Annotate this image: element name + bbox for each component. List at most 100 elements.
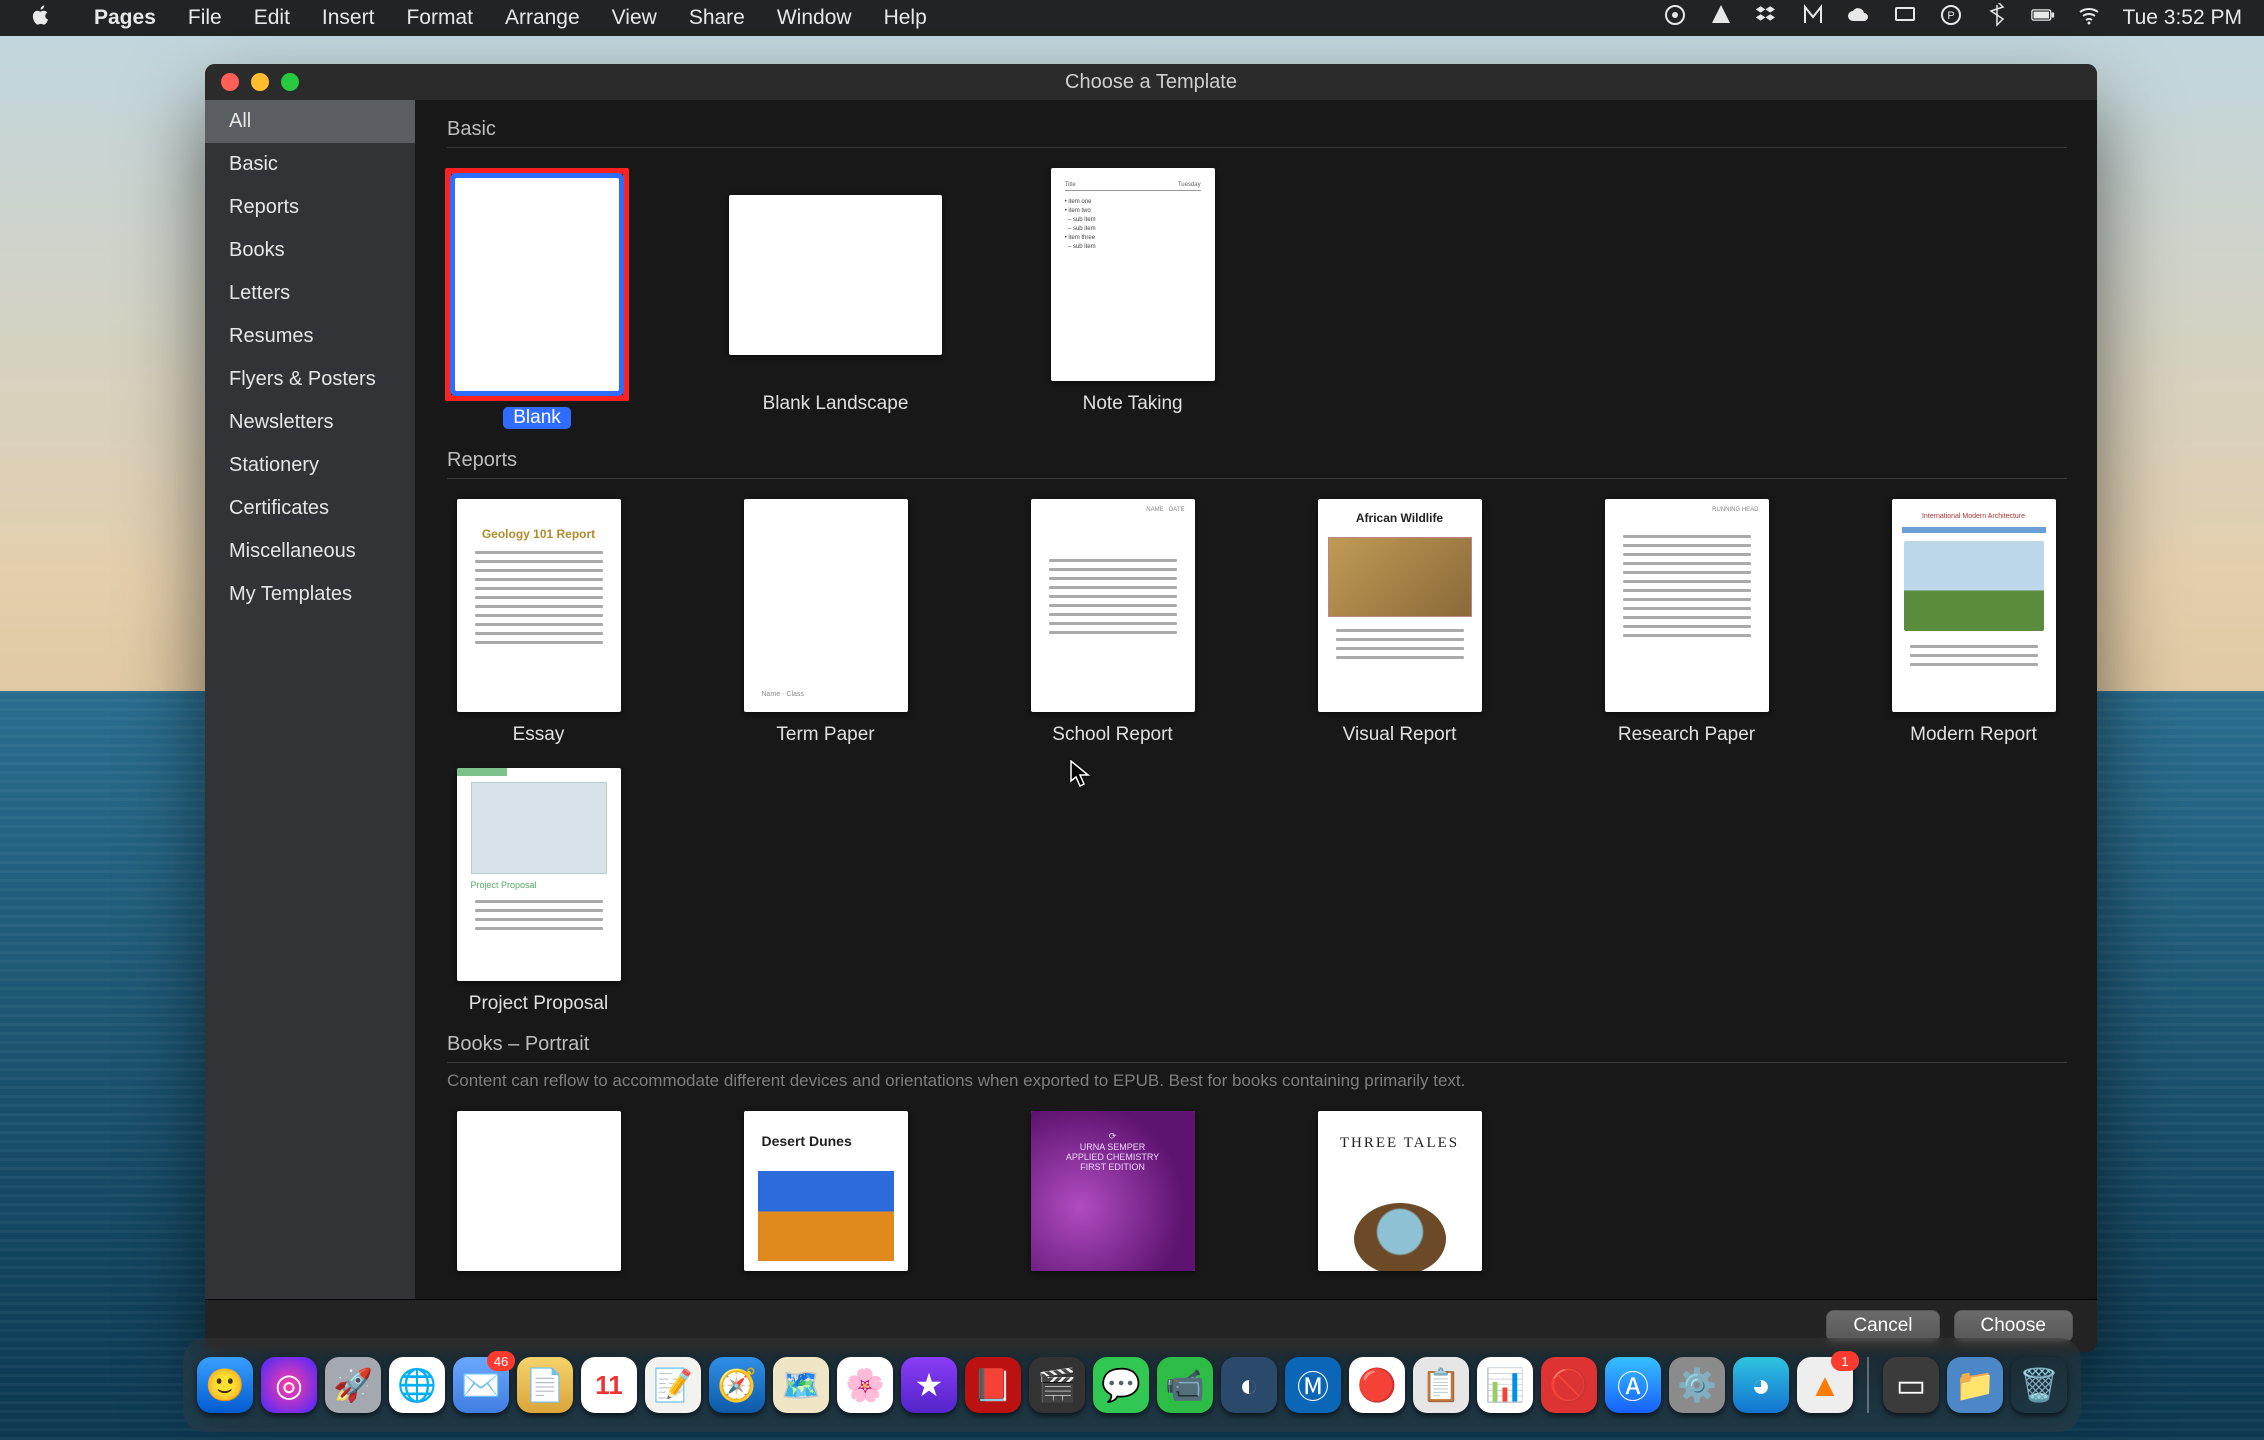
menu-arrange[interactable]: Arrange xyxy=(489,6,596,30)
menu-format[interactable]: Format xyxy=(390,6,489,30)
status-icon-2[interactable] xyxy=(1709,3,1733,33)
template-essay[interactable]: Geology 101 Report Essay xyxy=(457,499,621,746)
dock-launchpad[interactable]: 🚀 xyxy=(325,1357,381,1413)
dock-imovie[interactable]: 🎬 xyxy=(1029,1357,1085,1413)
sidebar-item-letters[interactable]: Letters xyxy=(205,272,415,315)
dock-acrobat[interactable]: 📕 xyxy=(965,1357,1021,1413)
template-blank[interactable]: Blank xyxy=(445,168,629,431)
dock-folder[interactable]: 📁 xyxy=(1947,1357,2003,1413)
sidebar-item-miscellaneous[interactable]: Miscellaneous xyxy=(205,530,415,573)
section-subtitle-books: Content can reflow to accommodate differ… xyxy=(447,1071,2067,1091)
sidebar-item-flyers-posters[interactable]: Flyers & Posters xyxy=(205,358,415,401)
window-zoom-button[interactable] xyxy=(281,73,299,91)
dock-messages[interactable]: 💬 xyxy=(1093,1357,1149,1413)
window-minimize-button[interactable] xyxy=(251,73,269,91)
template-term-paper[interactable]: Name · Class Term Paper xyxy=(744,499,908,746)
template-label: Essay xyxy=(513,724,565,746)
preview-text: International Modern Architecture xyxy=(1892,499,2056,520)
menu-help[interactable]: Help xyxy=(868,6,943,30)
sidebar-item-basic[interactable]: Basic xyxy=(205,143,415,186)
sidebar-item-all[interactable]: All xyxy=(205,100,415,143)
template-blank-landscape[interactable]: Blank Landscape xyxy=(729,168,942,431)
dock-trash[interactable]: 🗑️ xyxy=(2011,1357,2067,1413)
template-project-proposal[interactable]: Project Proposal Project Proposal xyxy=(457,768,621,1015)
template-modern-report[interactable]: International Modern Architecture Modern… xyxy=(1892,499,2056,746)
status-icon-p[interactable]: P xyxy=(1939,3,1963,33)
template-label: Blank Landscape xyxy=(763,393,909,415)
sidebar-item-certificates[interactable]: Certificates xyxy=(205,487,415,530)
dock-steam[interactable]: ◐ xyxy=(1221,1357,1277,1413)
section-title-reports: Reports xyxy=(447,449,2067,479)
titlebar: Choose a Template xyxy=(205,64,2097,100)
dock-record[interactable]: 🔴 xyxy=(1349,1357,1405,1413)
template-school-report[interactable]: NAME · DATE School Report xyxy=(1031,499,1195,746)
dock-notes[interactable]: 📄 xyxy=(517,1357,573,1413)
display-icon[interactable] xyxy=(1893,3,1917,33)
sidebar-item-books[interactable]: Books xyxy=(205,229,415,272)
sidebar-item-my-templates[interactable]: My Templates xyxy=(205,573,415,616)
app-name[interactable]: Pages xyxy=(78,6,172,30)
dock-textedit[interactable]: 📝 xyxy=(645,1357,701,1413)
dock-office[interactable]: 📋 xyxy=(1413,1357,1469,1413)
menu-share[interactable]: Share xyxy=(673,6,761,30)
template-content[interactable]: Basic Blank Blank Landscape TitleTuesday… xyxy=(415,100,2097,1299)
apple-menu[interactable] xyxy=(0,4,78,32)
menubar-clock[interactable]: Tue 3:52 PM xyxy=(2123,6,2242,30)
dock: 🙂◎🚀🌐✉️46📄11📝🧭🗺️🌸★📕🎬💬📹◐Ⓜ🔴📋📊🚫Ⓐ⚙️◕▲1 ▭📁🗑️ xyxy=(183,1338,2081,1432)
preview-text: Desert Dunes xyxy=(744,1111,908,1149)
sidebar-item-reports[interactable]: Reports xyxy=(205,186,415,229)
dock-settings[interactable]: ⚙️ xyxy=(1669,1357,1725,1413)
sidebar-item-newsletters[interactable]: Newsletters xyxy=(205,401,415,444)
status-icon-1[interactable] xyxy=(1663,3,1687,33)
menu-edit[interactable]: Edit xyxy=(238,6,306,30)
dock-finder[interactable]: 🙂 xyxy=(197,1357,253,1413)
window-title: Choose a Template xyxy=(205,71,2097,94)
dock-vlc[interactable]: ▲1 xyxy=(1797,1357,1853,1413)
template-label: Research Paper xyxy=(1618,724,1755,746)
dock-photos[interactable]: 🌸 xyxy=(837,1357,893,1413)
preview-text: African Wildlife xyxy=(1318,499,1482,525)
dock-facetime[interactable]: 📹 xyxy=(1157,1357,1213,1413)
template-applied-chemistry[interactable] xyxy=(1031,1111,1195,1271)
dock-safari[interactable]: 🧭 xyxy=(709,1357,765,1413)
dock-chrome[interactable]: 🌐 xyxy=(389,1357,445,1413)
template-label: Note Taking xyxy=(1083,393,1183,415)
section-title-books: Books – Portrait xyxy=(447,1033,2067,1063)
template-label: Project Proposal xyxy=(469,993,608,1015)
dock-siri[interactable]: ◎ xyxy=(261,1357,317,1413)
menu-view[interactable]: View xyxy=(596,6,673,30)
dock-maps[interactable]: 🗺️ xyxy=(773,1357,829,1413)
cloud-icon[interactable] xyxy=(1847,3,1871,33)
bluetooth-icon[interactable] xyxy=(1985,3,2009,33)
template-book-blank[interactable] xyxy=(457,1111,621,1271)
preview-text: Geology 101 Report xyxy=(457,499,621,541)
dock-appstore[interactable]: Ⓐ xyxy=(1605,1357,1661,1413)
template-label: Blank xyxy=(503,407,571,429)
status-icon-m[interactable] xyxy=(1801,3,1825,33)
sidebar-item-resumes[interactable]: Resumes xyxy=(205,315,415,358)
template-label: School Report xyxy=(1052,724,1172,746)
template-three-tales[interactable]: THREE TALES xyxy=(1318,1111,1482,1271)
dock-window[interactable]: ▭ xyxy=(1883,1357,1939,1413)
dock-imovie-star[interactable]: ★ xyxy=(901,1357,957,1413)
template-desert-dunes[interactable]: Desert Dunes xyxy=(744,1111,908,1271)
dock-block[interactable]: 🚫 xyxy=(1541,1357,1597,1413)
window-close-button[interactable] xyxy=(221,73,239,91)
dock-calendar[interactable]: 11 xyxy=(581,1357,637,1413)
dock-edge[interactable]: ◕ xyxy=(1733,1357,1789,1413)
battery-icon[interactable] xyxy=(2031,3,2055,33)
preview-text: THREE TALES xyxy=(1318,1111,1482,1152)
dock-mail[interactable]: ✉️46 xyxy=(453,1357,509,1413)
dock-malwarebytes[interactable]: Ⓜ xyxy=(1285,1357,1341,1413)
sidebar-item-stationery[interactable]: Stationery xyxy=(205,444,415,487)
template-note-taking[interactable]: TitleTuesday • item one• item two – sub … xyxy=(1051,168,1215,431)
menu-file[interactable]: File xyxy=(172,6,238,30)
template-research-paper[interactable]: RUNNING HEAD Research Paper xyxy=(1605,499,1769,746)
template-visual-report[interactable]: African Wildlife Visual Report xyxy=(1318,499,1482,746)
wifi-icon[interactable] xyxy=(2077,3,2101,33)
menu-insert[interactable]: Insert xyxy=(306,6,391,30)
dropbox-icon[interactable] xyxy=(1755,3,1779,33)
dock-numbers[interactable]: 📊 xyxy=(1477,1357,1533,1413)
menu-window[interactable]: Window xyxy=(761,6,868,30)
svg-text:P: P xyxy=(1947,10,1954,22)
